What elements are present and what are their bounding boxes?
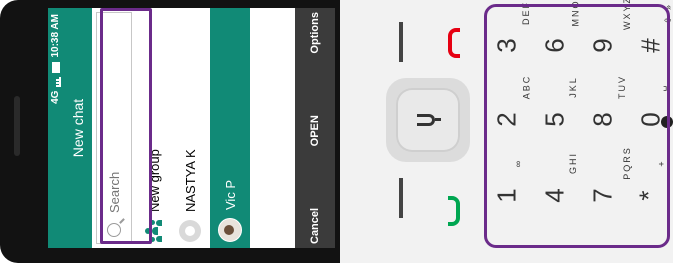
list-item-label: Vic P [222,179,238,210]
softkey-right[interactable]: Options [309,12,321,54]
softkey-left[interactable]: Cancel [309,208,321,244]
list-item-vic-selected[interactable]: Vic P [210,8,250,248]
softkey-center[interactable]: OPEN [309,115,321,146]
clock: 10:38 AM [50,14,61,58]
end-call-key[interactable] [448,28,460,58]
list-item-label: NASTYA K [182,149,198,212]
speaker-slot [14,96,20,156]
highlight-keypad [484,4,670,248]
right-soft-key[interactable] [399,178,403,218]
battery-icon [51,61,60,73]
avatar [218,218,242,242]
highlight-search-box [100,8,152,244]
avatar-placeholder-icon [179,220,201,242]
phone-screen: 4G 10:38 AM New chat New group [48,8,335,248]
status-right: 4G 10:38 AM [50,14,61,104]
list-item-nastya[interactable]: NASTYA K [172,8,208,248]
softkey-bar: Cancel OPEN Options [295,8,335,248]
network-label: 4G [50,90,61,104]
page-title: New chat [64,8,92,248]
call-key[interactable] [448,196,460,226]
microphone-icon [417,106,441,134]
signal-icon [50,76,61,87]
status-bar: 4G 10:38 AM [48,8,64,248]
screen-rotated-content: 4G 10:38 AM New chat New group [48,8,335,248]
left-soft-key[interactable] [399,22,403,62]
